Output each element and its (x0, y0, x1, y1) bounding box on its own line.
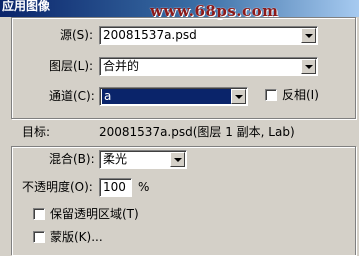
channel-select[interactable]: a (99, 87, 248, 106)
target-label: 目标: (22, 125, 51, 139)
opacity-value: 100 (103, 180, 126, 194)
opacity-input[interactable]: 100 (99, 178, 132, 197)
blend-label: 混合(B): (49, 152, 95, 166)
opacity-unit: % (138, 180, 150, 194)
layer-value: 合并的 (103, 59, 140, 73)
source-select[interactable]: 20081537a.psd (99, 26, 318, 45)
window-title: 应用图像 (2, 0, 51, 13)
invert-label[interactable]: 反相(I) (282, 88, 319, 102)
opacity-label: 不透明度(O): (22, 180, 93, 194)
chevron-down-icon[interactable] (170, 152, 185, 167)
source-label: 源(S): (60, 28, 94, 42)
preserve-transparency-label[interactable]: 保留透明区域(T) (50, 207, 139, 221)
layer-label: 图层(L): (49, 59, 94, 73)
blend-value: 柔光 (103, 152, 128, 166)
invert-checkbox[interactable] (265, 89, 277, 101)
channel-label: 通道(C): (49, 89, 95, 103)
target-value: 20081537a.psd(图层 1 副本, Lab) (99, 125, 295, 139)
mask-checkbox[interactable] (33, 231, 45, 243)
chevron-down-icon[interactable] (231, 89, 246, 104)
layer-select[interactable]: 合并的 (99, 57, 318, 76)
preserve-transparency-checkbox[interactable] (33, 208, 45, 220)
chevron-down-icon[interactable] (301, 59, 316, 74)
source-value: 20081537a.psd (103, 28, 197, 42)
mask-label[interactable]: 蒙版(K)... (50, 230, 103, 244)
chevron-down-icon[interactable] (301, 28, 316, 43)
blend-select[interactable]: 柔光 (99, 150, 187, 169)
channel-value: a (102, 89, 234, 104)
